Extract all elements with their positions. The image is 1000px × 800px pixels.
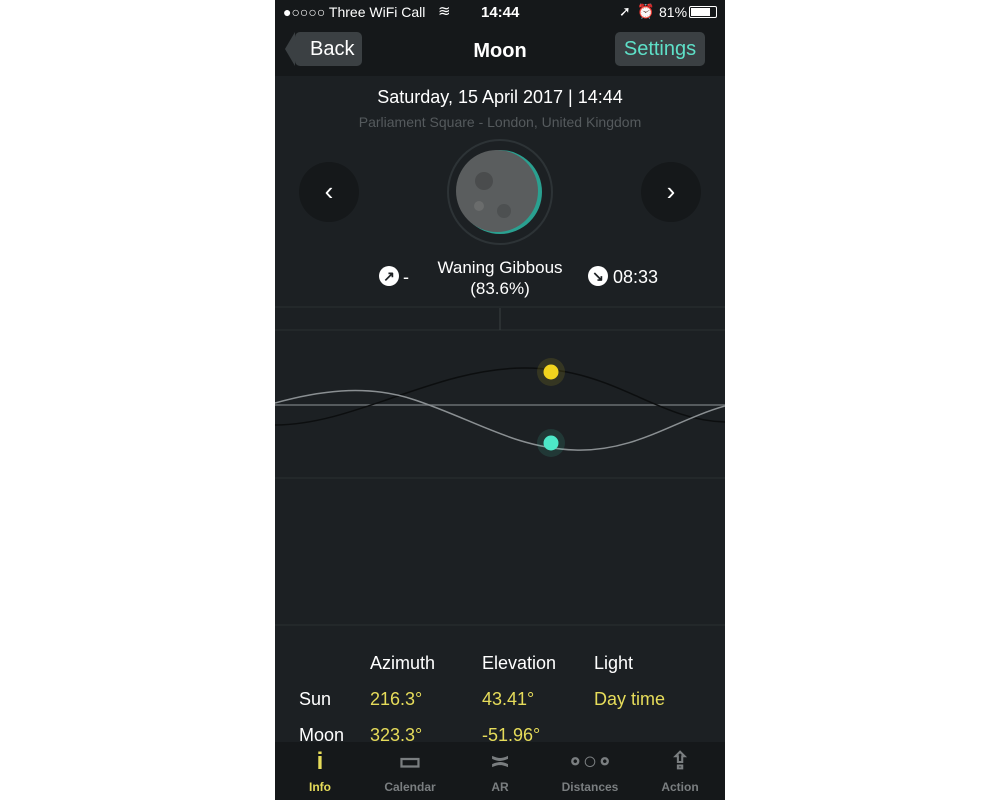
moonrise-time: -	[403, 267, 409, 287]
header-azimuth: Azimuth	[370, 653, 436, 673]
alarm-icon: ⏰	[637, 3, 655, 19]
sun-marker	[543, 364, 559, 380]
clock: 14:44	[481, 4, 520, 21]
sun-moon-path-graph[interactable]	[275, 300, 725, 630]
location-icon: ➚	[619, 3, 631, 19]
phone-screen: ●○○○○ Three WiFi Call ≋ 14:44 ➚ ⏰ 81% Ba…	[275, 0, 725, 800]
share-icon: ⇪	[669, 748, 691, 775]
status-bar: ●○○○○ Three WiFi Call ≋ 14:44 ➚ ⏰ 81%	[275, 0, 725, 24]
chevron-right-icon: ›	[666, 176, 676, 206]
previous-button[interactable]: ‹	[299, 162, 359, 222]
row-label-sun: Sun	[299, 689, 332, 709]
tab-ar[interactable]: ≍ AR	[455, 742, 545, 794]
battery-percent: 81%	[659, 4, 688, 20]
header-light: Light	[594, 653, 634, 673]
tab-label: Distances	[561, 780, 619, 794]
tab-info[interactable]: i Info	[275, 742, 365, 794]
location[interactable]: Parliament Square - London, United Kingd…	[275, 114, 725, 130]
calendar-icon: ▭	[398, 748, 422, 775]
tab-distances[interactable]: ∘○∘ Distances	[545, 742, 635, 794]
tab-label: Action	[661, 780, 699, 794]
tab-calendar[interactable]: ▭ Calendar	[365, 742, 455, 794]
phase-label: Waning Gibbous	[437, 258, 563, 277]
sun-path	[275, 367, 725, 426]
sun-azimuth: 216.3°	[370, 689, 423, 709]
ar-icon: ≍	[489, 748, 511, 775]
moonset-time: 08:33	[613, 267, 659, 287]
moonrise-arrow-icon: ↗	[379, 266, 399, 286]
moon-icon	[456, 150, 542, 234]
illumination-percent: (83.6%)	[470, 279, 530, 298]
sun-elevation: 43.41°	[482, 689, 535, 709]
nav-bar: Back Moon Settings	[275, 24, 725, 76]
date-time: Saturday, 15 April 2017 | 14:44	[377, 87, 623, 107]
tab-bar: i Info ▭ Calendar ≍ AR ∘○∘ Distances ⇪ Action	[275, 742, 725, 800]
moonset-arrow-icon: ↘	[588, 266, 608, 286]
tab-label: AR	[491, 780, 509, 794]
carrier: ●○○○○ Three WiFi Call	[283, 4, 426, 20]
tab-label: Calendar	[384, 780, 436, 794]
moon-phase-image	[447, 139, 553, 245]
moon-path	[275, 389, 725, 451]
distances-icon: ∘○∘	[567, 748, 613, 775]
sun-light: Day time	[594, 689, 666, 709]
info-icon: i	[316, 748, 324, 775]
battery-icon	[689, 6, 717, 18]
header-elevation: Elevation	[482, 653, 557, 673]
next-button[interactable]: ›	[641, 162, 701, 222]
wifi-icon: ≋	[438, 3, 451, 20]
settings-button[interactable]: Settings	[615, 32, 705, 66]
moon-marker	[543, 435, 559, 451]
phase-name: Waning Gibbous (83.6%)	[415, 257, 585, 299]
tab-action[interactable]: ⇪ Action	[635, 742, 725, 794]
chevron-left-icon: ‹	[324, 176, 334, 206]
tab-label: Info	[309, 780, 331, 794]
